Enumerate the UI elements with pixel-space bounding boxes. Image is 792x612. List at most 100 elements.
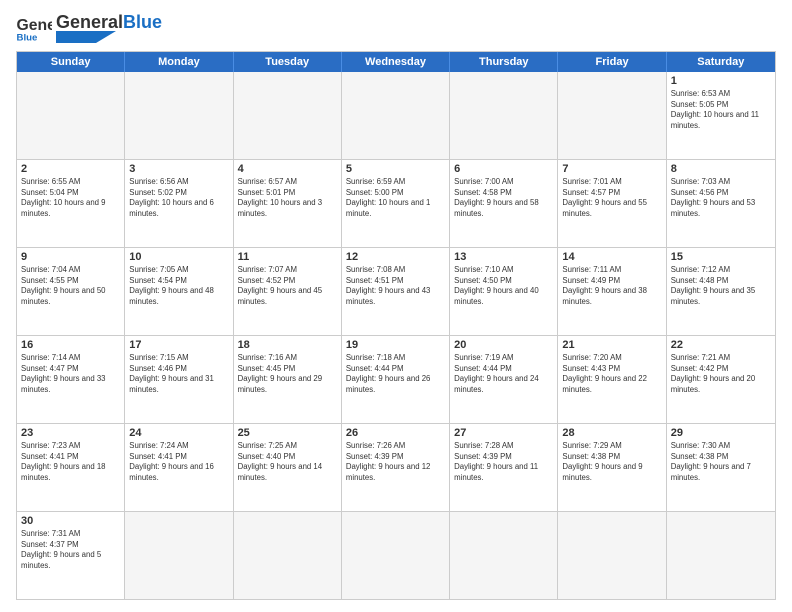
col-header-sunday: Sunday xyxy=(17,52,125,72)
day-number: 16 xyxy=(21,339,120,351)
cell-info: Sunrise: 7:28 AM Sunset: 4:39 PM Dayligh… xyxy=(454,441,553,483)
calendar-cell-empty-5-1 xyxy=(125,512,233,599)
day-number: 9 xyxy=(21,251,120,263)
cell-info: Sunrise: 7:31 AM Sunset: 4:37 PM Dayligh… xyxy=(21,529,120,571)
calendar-cell-2: 2 Sunrise: 6:55 AM Sunset: 5:04 PM Daylig… xyxy=(17,160,125,247)
day-number: 24 xyxy=(129,427,228,439)
cell-info: Sunrise: 6:57 AM Sunset: 5:01 PM Dayligh… xyxy=(238,177,337,219)
col-header-friday: Friday xyxy=(558,52,666,72)
calendar-week-4: 23Sunrise: 7:23 AM Sunset: 4:41 PM Dayli… xyxy=(17,424,775,512)
day-number: 30 xyxy=(21,515,120,527)
calendar-cell-11: 11Sunrise: 7:07 AM Sunset: 4:52 PM Dayli… xyxy=(234,248,342,335)
calendar-cell-20: 20 Sunrise: 7:19 AM Sunset: 4:44 PM Dayli… xyxy=(450,336,558,423)
calendar-week-1: 2 Sunrise: 6:55 AM Sunset: 5:04 PM Daylig… xyxy=(17,160,775,248)
cell-info: Sunrise: 7:18 AM Sunset: 4:44 PM Dayligh… xyxy=(346,353,445,395)
day-number: 20 xyxy=(454,339,553,351)
cell-info: Sunrise: 6:55 AM Sunset: 5:04 PM Dayligh… xyxy=(21,177,120,219)
calendar-cell-9: 9 Sunrise: 7:04 AM Sunset: 4:55 PM Daylig… xyxy=(17,248,125,335)
calendar-body: 1 Sunrise: 6:53 AM Sunset: 5:05 PM Daylig… xyxy=(17,72,775,599)
day-number: 10 xyxy=(129,251,228,263)
day-number: 19 xyxy=(346,339,445,351)
calendar-cell-14: 14 Sunrise: 7:11 AM Sunset: 4:49 PM Dayli… xyxy=(558,248,666,335)
cell-info: Sunrise: 7:14 AM Sunset: 4:47 PM Dayligh… xyxy=(21,353,120,395)
calendar-cell-empty-0-3 xyxy=(342,72,450,159)
cell-info: Sunrise: 6:59 AM Sunset: 5:00 PM Dayligh… xyxy=(346,177,445,219)
calendar-cell-empty-5-3 xyxy=(342,512,450,599)
cell-info: Sunrise: 7:03 AM Sunset: 4:56 PM Dayligh… xyxy=(671,177,771,219)
calendar-cell-empty-0-0 xyxy=(17,72,125,159)
cell-info: Sunrise: 7:00 AM Sunset: 4:58 PM Dayligh… xyxy=(454,177,553,219)
day-number: 22 xyxy=(671,339,771,351)
calendar-cell-24: 24 Sunrise: 7:24 AM Sunset: 4:41 PM Dayli… xyxy=(125,424,233,511)
calendar-cell-empty-5-6 xyxy=(667,512,775,599)
cell-info: Sunrise: 6:56 AM Sunset: 5:02 PM Dayligh… xyxy=(129,177,228,219)
col-header-thursday: Thursday xyxy=(450,52,558,72)
calendar-cell-empty-0-1 xyxy=(125,72,233,159)
calendar-header-row: SundayMondayTuesdayWednesdayThursdayFrid… xyxy=(17,52,775,72)
cell-info: Sunrise: 7:30 AM Sunset: 4:38 PM Dayligh… xyxy=(671,441,771,483)
cell-info: Sunrise: 7:21 AM Sunset: 4:42 PM Dayligh… xyxy=(671,353,771,395)
page: General Blue GeneralBlue SundayMondayTue… xyxy=(0,0,792,612)
cell-info: Sunrise: 7:26 AM Sunset: 4:39 PM Dayligh… xyxy=(346,441,445,483)
svg-text:Blue: Blue xyxy=(17,32,38,42)
calendar-cell-19: 19 Sunrise: 7:18 AM Sunset: 4:44 PM Dayli… xyxy=(342,336,450,423)
calendar-cell-29: 29Sunrise: 7:30 AM Sunset: 4:38 PM Dayli… xyxy=(667,424,775,511)
day-number: 15 xyxy=(671,251,771,263)
cell-info: Sunrise: 7:01 AM Sunset: 4:57 PM Dayligh… xyxy=(562,177,661,219)
calendar-cell-23: 23Sunrise: 7:23 AM Sunset: 4:41 PM Dayli… xyxy=(17,424,125,511)
day-number: 21 xyxy=(562,339,661,351)
day-number: 27 xyxy=(454,427,553,439)
cell-info: Sunrise: 7:05 AM Sunset: 4:54 PM Dayligh… xyxy=(129,265,228,307)
cell-info: Sunrise: 7:11 AM Sunset: 4:49 PM Dayligh… xyxy=(562,265,661,307)
day-number: 14 xyxy=(562,251,661,263)
calendar-cell-27: 27 Sunrise: 7:28 AM Sunset: 4:39 PM Dayli… xyxy=(450,424,558,511)
calendar-cell-10: 10 Sunrise: 7:05 AM Sunset: 4:54 PM Dayli… xyxy=(125,248,233,335)
calendar-cell-18: 18 Sunrise: 7:16 AM Sunset: 4:45 PM Dayli… xyxy=(234,336,342,423)
calendar-week-5: 30 Sunrise: 7:31 AM Sunset: 4:37 PM Dayli… xyxy=(17,512,775,599)
col-header-monday: Monday xyxy=(125,52,233,72)
logo-general-text: General xyxy=(56,12,123,32)
day-number: 6 xyxy=(454,163,553,175)
calendar-cell-3: 3 Sunrise: 6:56 AM Sunset: 5:02 PM Daylig… xyxy=(125,160,233,247)
calendar-week-3: 16 Sunrise: 7:14 AM Sunset: 4:47 PM Dayli… xyxy=(17,336,775,424)
calendar-week-2: 9 Sunrise: 7:04 AM Sunset: 4:55 PM Daylig… xyxy=(17,248,775,336)
calendar-cell-25: 25Sunrise: 7:25 AM Sunset: 4:40 PM Dayli… xyxy=(234,424,342,511)
calendar-cell-8: 8Sunrise: 7:03 AM Sunset: 4:56 PM Daylig… xyxy=(667,160,775,247)
day-number: 13 xyxy=(454,251,553,263)
day-number: 7 xyxy=(562,163,661,175)
calendar-cell-28: 28Sunrise: 7:29 AM Sunset: 4:38 PM Dayli… xyxy=(558,424,666,511)
cell-info: Sunrise: 7:23 AM Sunset: 4:41 PM Dayligh… xyxy=(21,441,120,483)
calendar-cell-22: 22 Sunrise: 7:21 AM Sunset: 4:42 PM Dayli… xyxy=(667,336,775,423)
calendar-cell-empty-0-5 xyxy=(558,72,666,159)
day-number: 17 xyxy=(129,339,228,351)
calendar-cell-21: 21Sunrise: 7:20 AM Sunset: 4:43 PM Dayli… xyxy=(558,336,666,423)
day-number: 1 xyxy=(671,75,771,87)
calendar-cell-17: 17Sunrise: 7:15 AM Sunset: 4:46 PM Dayli… xyxy=(125,336,233,423)
cell-info: Sunrise: 7:12 AM Sunset: 4:48 PM Dayligh… xyxy=(671,265,771,307)
header: General Blue GeneralBlue xyxy=(16,12,776,43)
calendar-cell-30: 30 Sunrise: 7:31 AM Sunset: 4:37 PM Dayli… xyxy=(17,512,125,599)
cell-info: Sunrise: 7:25 AM Sunset: 4:40 PM Dayligh… xyxy=(238,441,337,483)
calendar-cell-empty-5-5 xyxy=(558,512,666,599)
cell-info: Sunrise: 7:07 AM Sunset: 4:52 PM Dayligh… xyxy=(238,265,337,307)
col-header-saturday: Saturday xyxy=(667,52,775,72)
svg-text:General: General xyxy=(17,16,53,33)
cell-info: Sunrise: 7:19 AM Sunset: 4:44 PM Dayligh… xyxy=(454,353,553,395)
calendar: SundayMondayTuesdayWednesdayThursdayFrid… xyxy=(16,51,776,600)
day-number: 18 xyxy=(238,339,337,351)
calendar-cell-empty-5-4 xyxy=(450,512,558,599)
day-number: 2 xyxy=(21,163,120,175)
cell-info: Sunrise: 6:53 AM Sunset: 5:05 PM Dayligh… xyxy=(671,89,771,131)
day-number: 26 xyxy=(346,427,445,439)
cell-info: Sunrise: 7:08 AM Sunset: 4:51 PM Dayligh… xyxy=(346,265,445,307)
col-header-wednesday: Wednesday xyxy=(342,52,450,72)
day-number: 4 xyxy=(238,163,337,175)
cell-info: Sunrise: 7:04 AM Sunset: 4:55 PM Dayligh… xyxy=(21,265,120,307)
day-number: 3 xyxy=(129,163,228,175)
calendar-cell-6: 6 Sunrise: 7:00 AM Sunset: 4:58 PM Daylig… xyxy=(450,160,558,247)
calendar-cell-4: 4 Sunrise: 6:57 AM Sunset: 5:01 PM Daylig… xyxy=(234,160,342,247)
cell-info: Sunrise: 7:16 AM Sunset: 4:45 PM Dayligh… xyxy=(238,353,337,395)
logo-blue-text: Blue xyxy=(123,12,162,32)
cell-info: Sunrise: 7:24 AM Sunset: 4:41 PM Dayligh… xyxy=(129,441,228,483)
day-number: 5 xyxy=(346,163,445,175)
